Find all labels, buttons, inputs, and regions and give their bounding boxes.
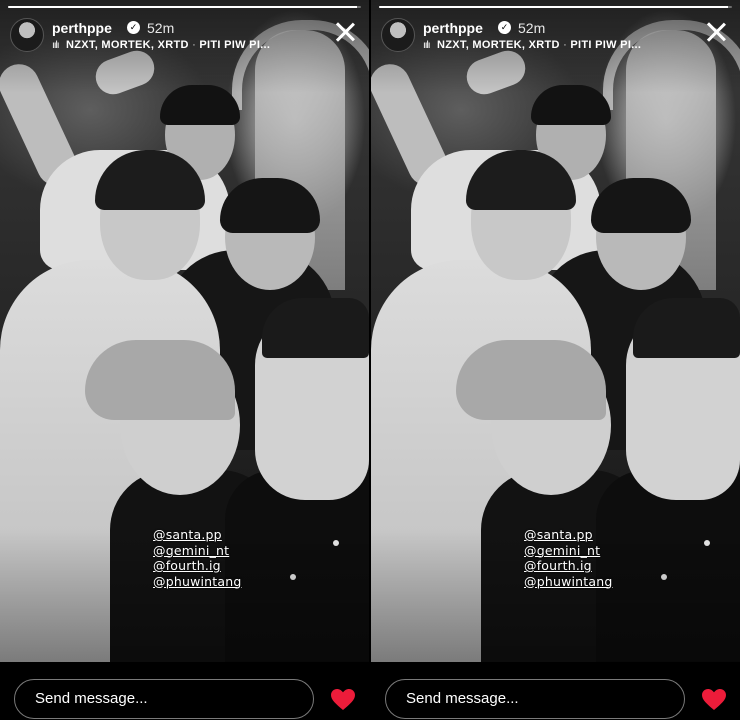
story-panel-left: perthppe ✓ 52m ıılı NZXT, MORTEK, XRTD ·… [0,0,369,720]
send-message-input[interactable]: Send message... [14,679,314,719]
story-header: perthppe ✓ 52m ıılı NZXT, MORTEK, XRTD ·… [381,16,730,56]
music-artists: NZXT, MORTEK, XRTD [437,39,560,51]
close-icon[interactable] [704,20,728,44]
post-time: 52m [147,20,175,36]
mention-stickers: @santa.pp @gemini_nt @fourth.ig @phuwint… [524,527,613,589]
mention-sticker[interactable]: @fourth.ig [524,558,613,574]
heart-icon[interactable] [702,689,726,711]
story-progress-bar [8,6,361,8]
verified-badge-icon: ✓ [127,21,140,34]
story-progress-bar [379,6,732,8]
story-progress-fill [379,6,729,8]
mention-sticker[interactable]: @santa.pp [524,527,613,543]
music-bars-icon: ıılı [52,40,60,51]
story-panel-right: perthppe ✓ 52m ıılı NZXT, MORTEK, XRTD ·… [371,0,740,720]
mention-sticker[interactable]: @gemini_nt [524,543,613,559]
reply-bar: Send message... [0,662,369,720]
music-separator: · [559,39,571,51]
mention-sticker[interactable]: @santa.pp [153,527,242,543]
music-info[interactable]: NZXT, MORTEK, XRTD · PITI PIW PI... [437,39,667,51]
music-separator: · [188,39,200,51]
close-icon[interactable] [333,20,357,44]
reply-bar: Send message... [371,662,740,720]
mention-stickers: @santa.pp @gemini_nt @fourth.ig @phuwint… [153,527,242,589]
story-progress-fill [8,6,358,8]
avatar[interactable] [10,18,44,52]
music-title: PITI PIW PI... [570,39,642,51]
mention-sticker[interactable]: @phuwintang [153,574,242,590]
music-info[interactable]: NZXT, MORTEK, XRTD · PITI PIW PI... [66,39,296,51]
post-time: 52m [518,20,546,36]
avatar[interactable] [381,18,415,52]
music-title: PITI PIW PI... [199,39,271,51]
send-message-input[interactable]: Send message... [385,679,685,719]
mention-sticker[interactable]: @phuwintang [524,574,613,590]
verified-badge-icon: ✓ [498,21,511,34]
username[interactable]: perthppe [423,20,483,36]
story-header: perthppe ✓ 52m ıılı NZXT, MORTEK, XRTD ·… [10,16,359,56]
music-bars-icon: ıılı [423,40,431,51]
mention-sticker[interactable]: @fourth.ig [153,558,242,574]
mention-sticker[interactable]: @gemini_nt [153,543,242,559]
username[interactable]: perthppe [52,20,112,36]
heart-icon[interactable] [331,689,355,711]
music-artists: NZXT, MORTEK, XRTD [66,39,189,51]
